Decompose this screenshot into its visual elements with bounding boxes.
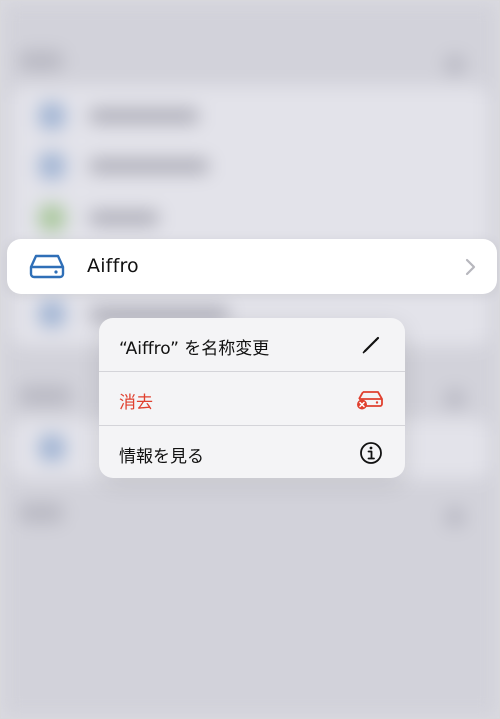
context-menu: “Aiffro” を名称変更 消去 情報を見る — [99, 318, 405, 478]
pencil-icon — [362, 336, 380, 354]
drive-delete-icon — [357, 391, 383, 410]
menu-item-label: 消去 — [119, 393, 153, 413]
drive-name: Aiffro — [87, 255, 139, 277]
menu-item-get-info[interactable]: 情報を見る — [99, 426, 405, 478]
menu-item-erase[interactable]: 消去 — [99, 372, 405, 425]
menu-item-rename[interactable]: “Aiffro” を名称変更 — [99, 318, 405, 371]
chevron-right-icon — [465, 258, 476, 276]
screen: Aiffro “Aiffro” を名称変更 消去 情報を見る — [0, 0, 500, 719]
focused-drive-row[interactable]: Aiffro — [7, 239, 497, 294]
menu-item-label: “Aiffro” を名称変更 — [119, 339, 270, 359]
menu-item-label: 情報を見る — [119, 447, 204, 467]
drive-icon — [29, 254, 65, 279]
info-icon — [360, 442, 382, 464]
